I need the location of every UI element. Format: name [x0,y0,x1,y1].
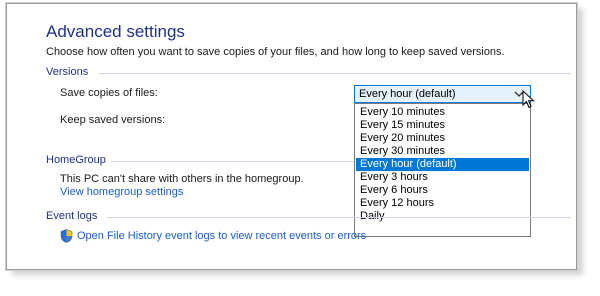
section-header-versions: Versions [46,66,89,78]
dropdown-option-every-3-hours[interactable]: Every 3 hours [356,171,529,184]
dropdown-option-every-10-minutes[interactable]: Every 10 minutes [356,106,529,119]
dropdown-option-every-12-hours[interactable]: Every 12 hours [356,197,529,210]
advanced-settings-panel: Advanced settings Choose how often you w… [6,3,577,270]
keep-versions-label: Keep saved versions: [60,114,166,126]
section-divider-event-logs [107,217,571,218]
section-header-homegroup: HomeGroup [46,154,106,166]
dropdown-option-every-hour-default[interactable]: Every hour (default) [356,158,529,171]
dropdown-option-every-15-minutes[interactable]: Every 15 minutes [356,119,529,132]
page-description: Choose how often you want to save copies… [46,46,505,58]
section-divider-homegroup [111,161,354,162]
dropdown-option-every-20-minutes[interactable]: Every 20 minutes [356,132,529,145]
open-event-logs-link[interactable]: Open File History event logs to view rec… [77,230,366,242]
dropdown-option-every-6-hours[interactable]: Every 6 hours [356,184,529,197]
section-header-event-logs: Event logs [46,210,98,222]
shield-icon [60,229,73,243]
section-divider-versions [99,73,571,74]
save-copies-select[interactable]: Every hour (default) [354,85,531,103]
save-copies-label: Save copies of files: [60,87,158,99]
view-homegroup-settings-link[interactable]: View homegroup settings [60,186,183,198]
save-copies-selected-value: Every hour (default) [359,88,456,100]
mouse-pointer-icon [522,90,535,109]
page-title: Advanced settings [46,22,185,41]
dropdown-option-every-30-minutes[interactable]: Every 30 minutes [356,145,529,158]
homegroup-status-text: This PC can't share with others in the h… [60,173,304,185]
